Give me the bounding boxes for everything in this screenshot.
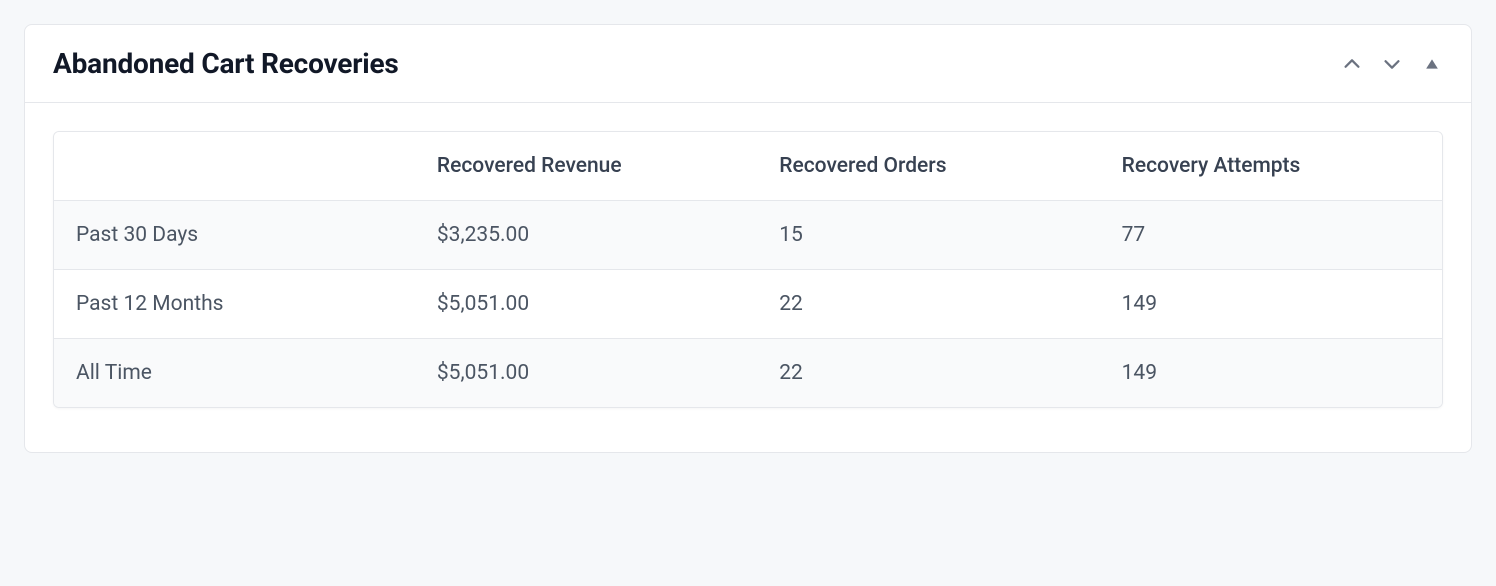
- cell-attempts: 77: [1100, 201, 1442, 269]
- abandoned-cart-recoveries-panel: Abandoned Cart Recoveries Recovered Reve…: [24, 24, 1472, 453]
- col-header-attempts: Recovery Attempts: [1100, 132, 1442, 200]
- panel-header: Abandoned Cart Recoveries: [25, 25, 1471, 103]
- cell-orders: 22: [757, 339, 1099, 407]
- collapse-triangle-icon[interactable]: [1421, 53, 1443, 75]
- col-header-orders: Recovered Orders: [757, 132, 1099, 200]
- recoveries-table: Recovered Revenue Recovered Orders Recov…: [53, 131, 1443, 408]
- cell-attempts: 149: [1100, 339, 1442, 407]
- cell-orders: 22: [757, 270, 1099, 338]
- table-header-row: Recovered Revenue Recovered Orders Recov…: [54, 132, 1442, 200]
- cell-orders: 15: [757, 201, 1099, 269]
- table-row: Past 12 Months $5,051.00 22 149: [54, 269, 1442, 338]
- table-row: Past 30 Days $3,235.00 15 77: [54, 200, 1442, 269]
- panel-body: Recovered Revenue Recovered Orders Recov…: [25, 103, 1471, 452]
- panel-controls: [1341, 53, 1443, 75]
- cell-revenue: $5,051.00: [415, 339, 757, 407]
- table-row: All Time $5,051.00 22 149: [54, 338, 1442, 407]
- cell-period: All Time: [54, 339, 415, 407]
- chevron-up-icon[interactable]: [1341, 53, 1363, 75]
- chevron-down-icon[interactable]: [1381, 53, 1403, 75]
- cell-period: Past 12 Months: [54, 270, 415, 338]
- cell-attempts: 149: [1100, 270, 1442, 338]
- col-header-revenue: Recovered Revenue: [415, 132, 757, 200]
- panel-title: Abandoned Cart Recoveries: [53, 47, 399, 80]
- cell-period: Past 30 Days: [54, 201, 415, 269]
- cell-revenue: $3,235.00: [415, 201, 757, 269]
- table-header-empty: [54, 132, 415, 200]
- cell-revenue: $5,051.00: [415, 270, 757, 338]
